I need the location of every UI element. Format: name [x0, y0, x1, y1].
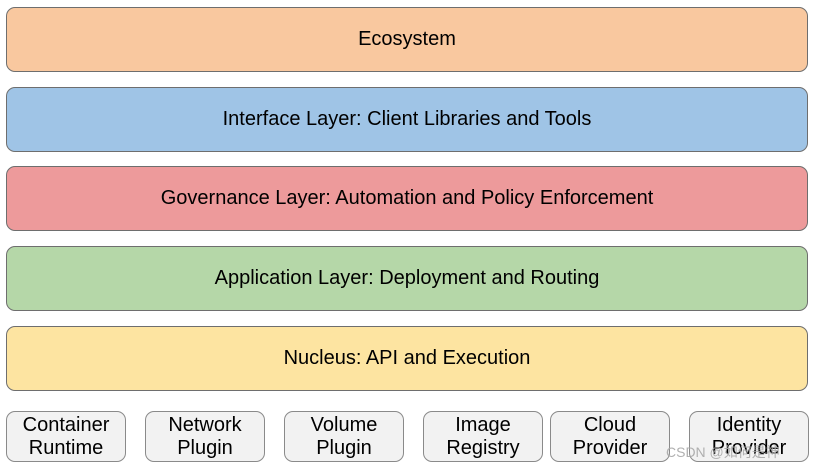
plugin-label-line1: Network: [168, 413, 242, 436]
plugin-label-line2: Plugin: [316, 436, 372, 459]
plugin-label-line1: Cloud: [583, 413, 637, 436]
layer-label: Ecosystem: [358, 28, 456, 50]
plugin-label-line2: Plugin: [177, 436, 233, 459]
plugin-label-line2: Registry: [446, 436, 520, 459]
plugin-label-line1: Volume: [310, 413, 378, 436]
plugin-image-registry: Image Registry: [423, 411, 543, 462]
plugin-label-line1: Identity: [716, 413, 782, 436]
watermark: CSDN @如何是神: [666, 444, 780, 460]
layer-label: Application Layer: Deployment and Routin…: [214, 267, 600, 289]
layer-governance: Governance Layer: Automation and Policy …: [6, 166, 808, 231]
layer-label: Interface Layer: Client Libraries and To…: [222, 108, 592, 130]
layer-label: Governance Layer: Automation and Policy …: [160, 187, 654, 209]
layer-label: Nucleus: API and Execution: [283, 347, 531, 369]
plugin-label-line1: Container: [22, 413, 110, 436]
layer-nucleus: Nucleus: API and Execution: [6, 326, 808, 391]
plugin-volume: Volume Plugin: [284, 411, 404, 462]
plugin-label-line2: Provider: [572, 436, 648, 459]
layer-application: Application Layer: Deployment and Routin…: [6, 246, 808, 311]
plugin-container-runtime: Container Runtime: [6, 411, 126, 462]
plugin-network: Network Plugin: [145, 411, 265, 462]
plugin-label-line2: Runtime: [28, 436, 104, 459]
layer-ecosystem: Ecosystem: [6, 7, 808, 72]
layer-interface: Interface Layer: Client Libraries and To…: [6, 87, 808, 152]
plugin-label-line1: Image: [455, 413, 511, 436]
plugin-cloud-provider: Cloud Provider: [550, 411, 670, 462]
